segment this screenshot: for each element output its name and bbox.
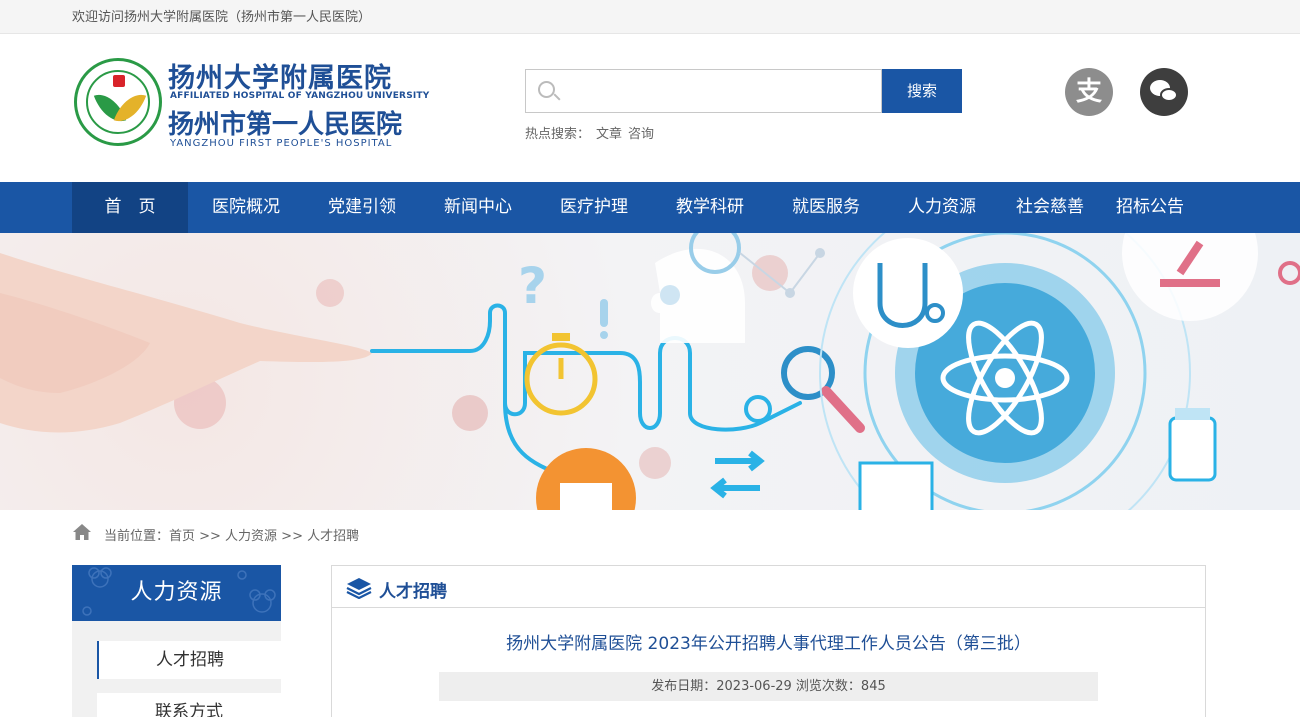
- nav-item-services[interactable]: 就医服务: [768, 182, 884, 233]
- alipay-glyph: 支: [1075, 77, 1102, 107]
- sidebar-title: 人力资源: [72, 565, 281, 621]
- nav-item-overview[interactable]: 医院概况: [188, 182, 304, 233]
- search-icon: [538, 81, 561, 103]
- sidebar-menu: 人才招聘 联系方式: [72, 621, 281, 717]
- banner-illustration: ?: [0, 233, 1300, 510]
- alipay-icon[interactable]: 支: [1065, 68, 1113, 116]
- search-input[interactable]: [570, 80, 870, 102]
- nav-item-bidding[interactable]: 招标公告: [1100, 182, 1200, 233]
- breadcrumb-text[interactable]: 当前位置：首页 >> 人力资源 >> 人才招聘: [104, 525, 359, 544]
- article-panel: 人才招聘 扬州大学附属医院 2023年公开招聘人事代理工作人员公告（第三批） 发…: [331, 565, 1206, 717]
- hot-search: 热点搜索： 文章 咨询: [525, 123, 660, 142]
- hospital-emblem-icon: [74, 58, 162, 146]
- welcome-text: 欢迎访问扬州大学附属医院（扬州市第一人民医院）: [72, 10, 372, 25]
- logo-alt-name-cn: 扬州市第一人民医院: [168, 110, 403, 140]
- top-bar: 欢迎访问扬州大学附属医院（扬州市第一人民医院）: [0, 0, 1300, 34]
- article-title: 扬州大学附属医院 2023年公开招聘人事代理工作人员公告（第三批）: [506, 634, 1031, 654]
- article-meta: 发布日期：2023-06-29 浏览次数：845: [439, 672, 1098, 701]
- section-title: 人才招聘: [379, 582, 447, 602]
- nav-item-charity[interactable]: 社会慈善: [1000, 182, 1100, 233]
- nav-item-home[interactable]: 首 页: [72, 182, 188, 233]
- nav-item-medical[interactable]: 医疗护理: [536, 182, 652, 233]
- logo-alt-name-en: YANGZHOU FIRST PEOPLE'S HOSPITAL: [170, 138, 393, 149]
- wechat-icon[interactable]: [1140, 68, 1188, 116]
- hot-search-link[interactable]: 文章: [596, 127, 622, 142]
- layers-icon: [346, 578, 372, 599]
- nav-item-hr[interactable]: 人力资源: [884, 182, 1000, 233]
- sidebar-item-recruitment[interactable]: 人才招聘: [97, 641, 281, 679]
- nav-item-party[interactable]: 党建引领: [304, 182, 420, 233]
- search-box: 搜索: [525, 69, 962, 113]
- logo-name-cn: 扬州大学附属医院: [168, 63, 392, 94]
- hot-search-link[interactable]: 咨询: [628, 127, 654, 142]
- section-header: 人才招聘: [332, 566, 1205, 608]
- hospital-logo[interactable]: 扬州大学附属医院 AFFILIATED HOSPITAL OF YANGZHOU…: [74, 56, 429, 156]
- sidebar-title-text: 人力资源: [130, 580, 223, 605]
- nav-item-teaching[interactable]: 教学科研: [652, 182, 768, 233]
- nav-item-news[interactable]: 新闻中心: [420, 182, 536, 233]
- sidebar-item-contact[interactable]: 联系方式: [97, 693, 281, 717]
- logo-name-en: AFFILIATED HOSPITAL OF YANGZHOU UNIVERSI…: [170, 91, 430, 101]
- svg-text:?: ?: [518, 257, 547, 315]
- hot-search-label: 热点搜索：: [525, 127, 591, 142]
- banner-image: ?: [0, 233, 1300, 510]
- search-field-wrapper: [525, 69, 882, 113]
- search-button[interactable]: 搜索: [882, 69, 962, 113]
- main-nav: 首 页 医院概况 党建引领 新闻中心 医疗护理 教学科研 就医服务 人力资源 社…: [0, 182, 1300, 233]
- header: 扬州大学附属医院 AFFILIATED HOSPITAL OF YANGZHOU…: [0, 34, 1300, 182]
- home-icon[interactable]: [72, 523, 92, 541]
